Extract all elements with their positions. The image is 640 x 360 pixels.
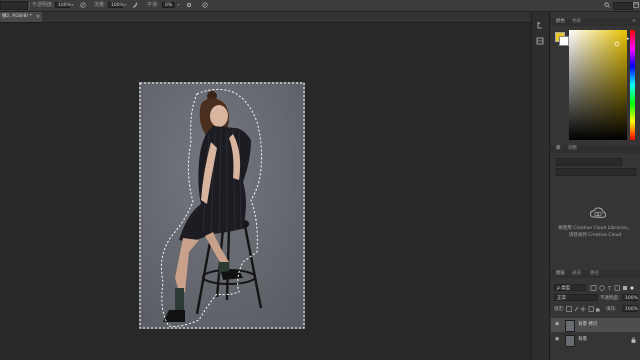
lock-label: 锁定: xyxy=(554,307,565,312)
pressure-size-icon[interactable] xyxy=(202,2,208,8)
selection-marquee xyxy=(139,82,305,329)
creative-cloud-icon xyxy=(590,207,606,219)
tab-adjustments[interactable]: 调整 xyxy=(568,146,577,152)
hue-slider[interactable] xyxy=(630,30,635,140)
layer-filter-icons[interactable]: T xyxy=(590,285,634,291)
fill-field[interactable]: 100% xyxy=(622,305,638,312)
hue-marker-icon[interactable]: ▸ xyxy=(627,37,630,42)
document-tab-bar xyxy=(0,12,531,23)
panel-menu-icon[interactable]: ≡ xyxy=(632,19,636,25)
layer-opacity-label: 不透明度: xyxy=(600,296,620,301)
layer-name: 背景 xyxy=(578,337,587,342)
layer-row[interactable]: ◉ 背景 xyxy=(551,333,640,347)
visibility-eye-icon[interactable]: ◉ xyxy=(555,322,560,327)
gear-icon[interactable] xyxy=(186,2,192,8)
airbrush-icon[interactable] xyxy=(132,2,138,8)
color-picker-field[interactable] xyxy=(569,30,627,140)
opacity-field[interactable]: 100% xyxy=(55,2,71,8)
layer-name: 背景 拷贝 xyxy=(578,322,598,327)
close-icon[interactable]: × xyxy=(36,12,42,22)
pressure-opacity-icon[interactable] xyxy=(80,2,86,8)
tab-color[interactable]: 颜色 xyxy=(556,19,565,25)
cc-login-message: 要使用 Creative Cloud Libraries， xyxy=(558,226,632,231)
lock-icon xyxy=(631,337,636,343)
fill-label: 填充: xyxy=(606,307,617,312)
properties-icon[interactable] xyxy=(535,36,545,46)
flow-dropdown-icon[interactable]: ▾ xyxy=(123,2,128,8)
tab-paths[interactable]: 路径 xyxy=(590,271,599,277)
blend-mode-select[interactable]: 正常 xyxy=(554,294,598,301)
flow-field[interactable]: 100% xyxy=(108,2,124,8)
options-bar: 不透明度: 100% ▾ 流量: 100% ▾ 平滑: 0% ▾ xyxy=(0,0,640,12)
library-search-input[interactable] xyxy=(556,168,636,176)
panel-layout-icon[interactable] xyxy=(633,2,639,8)
layer-row[interactable]: ◉ 背景 拷贝 xyxy=(551,318,640,332)
lock-options-icons[interactable] xyxy=(566,306,600,312)
layer-thumbnail xyxy=(565,335,575,347)
cc-login-link[interactable]: 请登录到 Creative Cloud xyxy=(556,232,634,238)
opacity-dropdown-icon[interactable]: ▾ xyxy=(70,2,75,8)
brush-preset-picker[interactable] xyxy=(0,1,28,10)
tab-layers[interactable]: 图层 xyxy=(556,271,565,277)
separator xyxy=(29,2,30,9)
svg-text:T: T xyxy=(607,286,612,291)
flow-label: 流量: xyxy=(94,2,106,8)
smooth-label: 平滑: xyxy=(147,2,159,8)
libraries-panel-header xyxy=(550,145,640,153)
tab-swatches[interactable]: 色板 xyxy=(572,19,581,25)
panel-dock-strip xyxy=(531,12,549,360)
workspace-switcher[interactable] xyxy=(613,2,633,10)
layer-kind-filter[interactable]: ρ 类型 xyxy=(554,284,586,291)
smooth-dropdown-icon[interactable]: ▾ xyxy=(176,2,181,8)
library-select[interactable] xyxy=(556,158,622,166)
opacity-label: 不透明度: xyxy=(32,2,54,8)
visibility-eye-icon[interactable]: ◉ xyxy=(555,337,560,342)
tab-libraries[interactable]: 库 xyxy=(556,146,561,152)
history-icon[interactable] xyxy=(535,20,545,30)
background-color-swatch[interactable] xyxy=(559,36,569,46)
smooth-field[interactable]: 0% xyxy=(162,2,175,8)
tab-channels[interactable]: 通道 xyxy=(572,271,581,277)
layer-opacity-field[interactable]: 100% xyxy=(622,294,638,301)
search-icon[interactable] xyxy=(604,2,610,8)
layer-thumbnail xyxy=(565,320,575,332)
